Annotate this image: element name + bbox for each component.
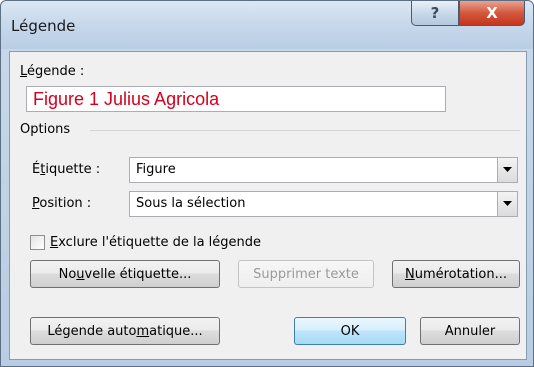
- cancel-button[interactable]: Annuler: [420, 317, 520, 345]
- label-select-dropdown[interactable]: [497, 158, 517, 182]
- numbering-button[interactable]: Numérotation...: [392, 260, 520, 288]
- close-icon: X: [486, 4, 498, 22]
- caption-label: Légende :: [20, 64, 85, 79]
- autocaption-button[interactable]: Légende auto m atique...: [30, 317, 220, 345]
- ok-button[interactable]: OK: [294, 317, 406, 345]
- exclude-label-checkbox-label[interactable]: Exclure l'étiquette de la légende: [50, 235, 261, 250]
- help-icon: ?: [430, 4, 440, 22]
- caption-dialog: Légende ? X Légende : Figure 1 Julius Ag…: [0, 0, 534, 367]
- position-select-dropdown[interactable]: [497, 192, 517, 216]
- caption-label-rest: égende :: [27, 64, 85, 79]
- chevron-down-icon: [503, 167, 512, 172]
- position-field-label: Position :: [32, 196, 92, 211]
- caption-input[interactable]: Figure 1 Julius Agricola: [26, 86, 446, 112]
- position-select[interactable]: Sous la sélection: [129, 191, 518, 217]
- exclude-label-checkbox[interactable]: [30, 235, 45, 250]
- dialog-body: Légende : Figure 1 Julius Agricola Optio…: [9, 51, 527, 360]
- delete-label-button[interactable]: Supprimer texte: [238, 260, 374, 288]
- label-field-label: Étiquette :: [32, 162, 101, 177]
- options-group-label: Options: [20, 122, 71, 137]
- new-label-button[interactable]: No u velle étiquette...: [30, 260, 220, 288]
- label-select-value: Figure: [136, 162, 176, 177]
- title-bar[interactable]: Légende ? X: [1, 1, 533, 49]
- help-button[interactable]: ?: [411, 1, 459, 26]
- chevron-down-icon: [503, 201, 512, 206]
- close-button[interactable]: X: [459, 1, 525, 26]
- dialog-title: Légende: [11, 17, 76, 35]
- options-divider: [90, 130, 520, 131]
- position-select-value: Sous la sélection: [136, 196, 246, 211]
- label-select[interactable]: Figure: [129, 157, 518, 183]
